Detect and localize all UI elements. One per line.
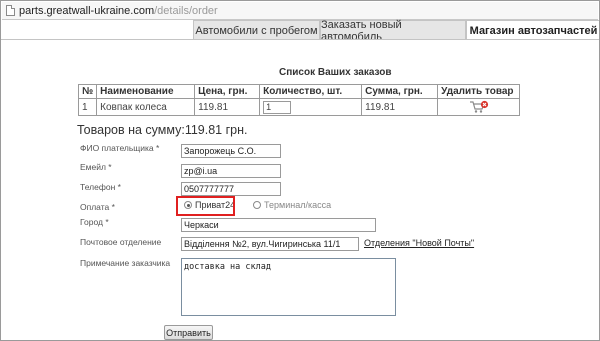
tab-used-cars[interactable]: Автомобили с пробегом — [193, 20, 320, 40]
fio-field[interactable]: Запорожець С.О. — [181, 144, 281, 158]
address-bar[interactable]: parts.greatwall-ukraine.com /details/ord… — [2, 2, 598, 20]
tabs-divider — [1, 39, 599, 40]
post-office-label: Почтовое отделение — [80, 237, 162, 247]
table-row: 1 Ковпак колеса 119.81 1 119.81 — [77, 98, 520, 116]
col-price: Цена, грн. — [194, 84, 261, 99]
orders-title: Список Ваших заказов — [279, 67, 392, 78]
site-tabs: Автомобили с пробегом Заказать новый авт… — [193, 19, 599, 43]
browser-window: parts.greatwall-ukraine.com /details/ord… — [0, 0, 600, 341]
email-label: Емейл * — [80, 162, 112, 172]
tab-parts-shop[interactable]: Магазин автозапчастей — [466, 20, 599, 40]
row-number: 1 — [77, 98, 98, 116]
row-quantity-cell: 1 — [259, 98, 363, 116]
row-name: Ковпак колеса — [96, 98, 196, 116]
tab-order-new-car[interactable]: Заказать новый автомобиль — [320, 19, 466, 43]
col-name: Наименование — [96, 84, 196, 99]
row-price: 119.81 — [194, 98, 261, 116]
orders-table: № Наименование Цена, грн. Количество, шт… — [77, 84, 520, 116]
highlight-box — [176, 196, 235, 216]
payment-option-terminal[interactable]: Терминал/касса — [253, 200, 331, 210]
row-sum: 119.81 — [361, 98, 439, 116]
radio-terminal-label: Терминал/касса — [264, 200, 332, 210]
radio-terminal[interactable] — [253, 201, 261, 209]
col-sum: Сумма, грн. — [361, 84, 439, 99]
post-office-select[interactable]: Відділення №2, вул.Чигиринська 11/1 — [181, 237, 359, 251]
phone-field[interactable]: 0507777777 — [181, 182, 281, 196]
total-value: 119.81 грн. — [184, 123, 248, 137]
page-icon — [6, 5, 15, 16]
url-path: /details/order — [154, 4, 218, 17]
row-remove-cell — [437, 98, 520, 116]
total-label: Товаров на сумму: — [77, 123, 185, 137]
order-total: Товаров на сумму:119.81 грн. — [77, 123, 248, 137]
col-number: № — [77, 84, 98, 99]
quantity-input[interactable]: 1 — [263, 100, 292, 114]
note-textarea[interactable]: доставка на склад — [181, 258, 396, 316]
submit-button[interactable]: Отправить — [164, 325, 213, 340]
col-quantity: Количество, шт. — [259, 84, 363, 99]
email-field[interactable]: zp@i.ua — [181, 164, 281, 178]
payment-label: Оплата * — [80, 202, 115, 212]
url-host: parts.greatwall-ukraine.com — [19, 4, 155, 17]
fio-label: ФИО плательщика * — [80, 143, 160, 153]
city-field[interactable]: Черкаси — [181, 218, 376, 232]
phone-label: Телефон * — [80, 182, 121, 192]
cart-remove-icon[interactable] — [469, 100, 489, 114]
post-offices-link[interactable]: Отделения "Новой Почты" — [364, 238, 474, 248]
table-header-row: № Наименование Цена, грн. Количество, шт… — [77, 84, 520, 99]
col-remove: Удалить товар — [437, 84, 520, 99]
note-label: Примечание заказчика — [80, 258, 171, 268]
city-label: Город * — [80, 217, 109, 227]
